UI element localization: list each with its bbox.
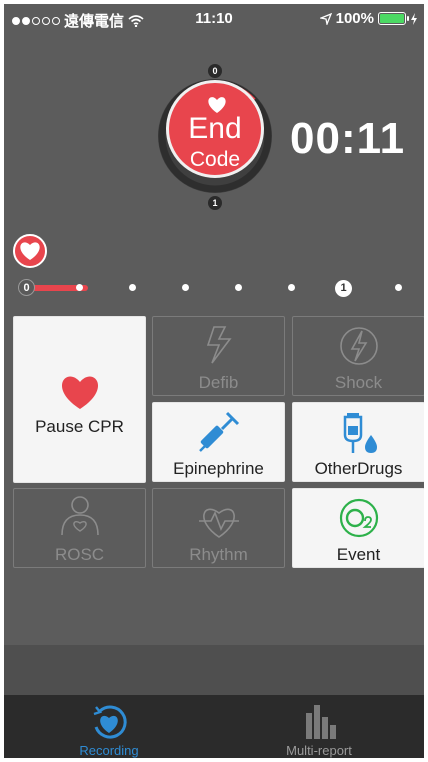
battery-icon: [378, 12, 409, 25]
cycle-tick: [395, 284, 402, 291]
cycle-marker-current: 1: [335, 280, 352, 297]
battery-percent: 100%: [335, 10, 374, 27]
recording-heart-icon: [93, 705, 127, 739]
charging-bolt-icon: [411, 12, 417, 25]
ring-label-bottom: 1: [208, 196, 222, 210]
ring-label-top: 0: [208, 64, 222, 78]
cycle-tick: [129, 284, 136, 291]
rhythm-label: Rhythm: [189, 545, 248, 564]
other-drugs-button[interactable]: OtherDrugs: [292, 402, 424, 482]
rosc-label: ROSC: [54, 545, 105, 564]
iv-bag-icon: [343, 413, 377, 453]
heart-rhythm-icon: [198, 508, 239, 538]
heart-icon: [20, 242, 40, 260]
other-drugs-label: OtherDrugs: [314, 459, 403, 478]
cycle-tick: [182, 284, 189, 291]
tab-recording[interactable]: Recording: [4, 695, 214, 758]
event-label: Event: [336, 545, 381, 564]
shock-bolt-icon: [339, 327, 378, 365]
end-code-button[interactable]: End Code: [166, 80, 264, 178]
event-button[interactable]: Event: [292, 488, 424, 568]
heart-icon: [61, 376, 98, 409]
cycle-tick: [288, 284, 295, 291]
pause-cpr-label: Pause CPR: [35, 417, 124, 436]
heart-rate-badge[interactable]: [13, 234, 47, 268]
tab-multi-report-label: Multi-report: [286, 743, 352, 758]
rosc-button[interactable]: ROSC: [13, 488, 146, 568]
bottom-spacer: [4, 645, 424, 695]
cycle-marker-start: 0: [18, 279, 35, 296]
end-code-line1: End: [188, 112, 242, 145]
location-arrow-icon: [319, 12, 332, 25]
bar-chart-icon: [306, 705, 336, 739]
rhythm-button[interactable]: Rhythm: [152, 488, 285, 568]
cycle-tick: [235, 284, 242, 291]
oxygen-o2-icon: [339, 498, 378, 538]
cycle-tick: [76, 284, 83, 291]
status-bar: 遠傳電信 11:10 100%: [4, 4, 424, 34]
lightning-bolt-icon: [206, 326, 232, 364]
tab-recording-label: Recording: [79, 743, 139, 758]
tab-multi-report[interactable]: Multi-report: [214, 695, 424, 758]
end-code-line2: Code: [189, 148, 241, 171]
person-heart-icon: [60, 496, 99, 536]
status-right: 100%: [319, 10, 418, 27]
app-screen: 遠傳電信 11:10 100% 0 1 End Code 00:11 0 1 P…: [4, 4, 424, 758]
shock-button[interactable]: Shock: [292, 316, 424, 396]
defib-label: Defib: [198, 373, 239, 392]
syringe-icon: [198, 411, 239, 452]
epinephrine-label: Epinephrine: [173, 459, 264, 478]
epinephrine-button[interactable]: Epinephrine: [152, 402, 285, 482]
shock-label: Shock: [334, 373, 383, 392]
defib-button[interactable]: Defib: [152, 316, 285, 396]
elapsed-timer: 00:11: [290, 114, 406, 163]
pause-cpr-button[interactable]: Pause CPR: [13, 316, 146, 483]
tab-bar: Recording Multi-report: [4, 695, 424, 758]
